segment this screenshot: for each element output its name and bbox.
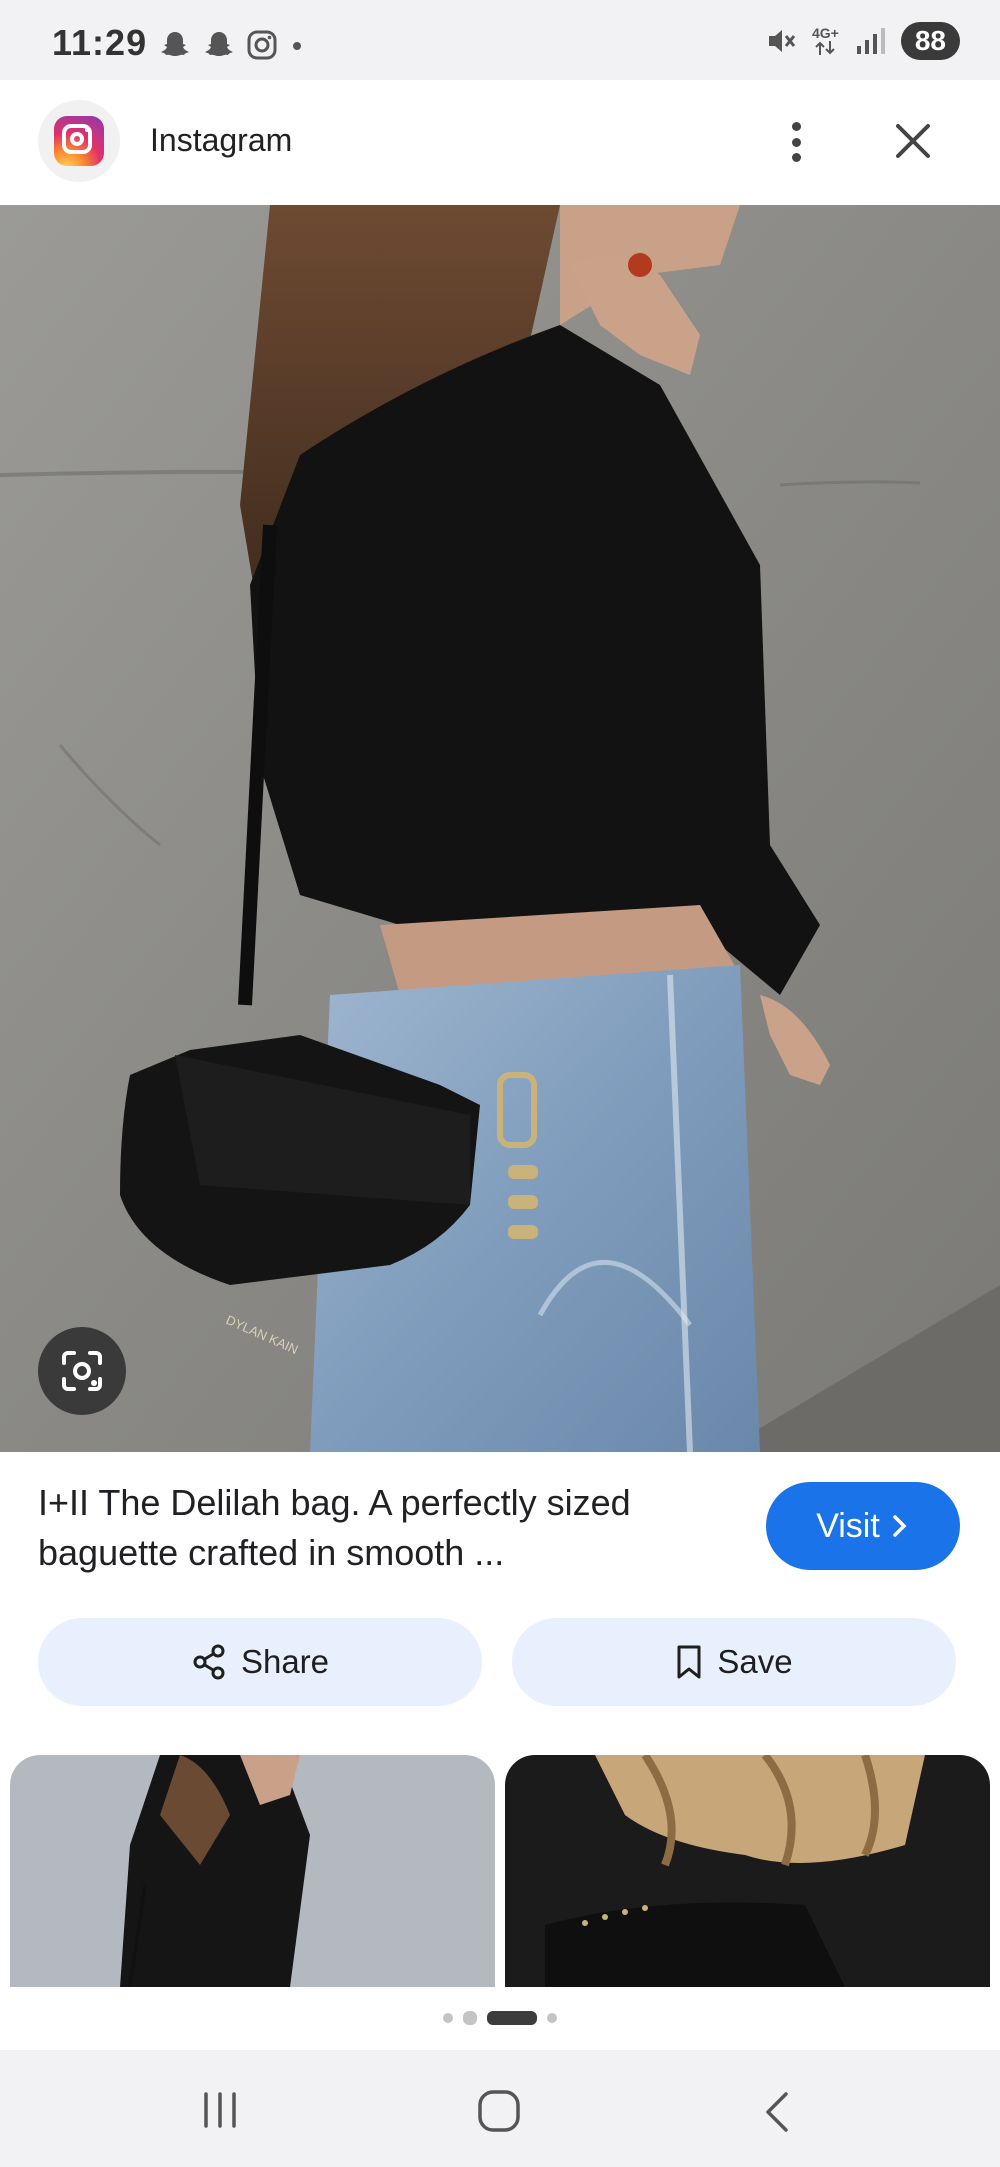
status-time: 11:29: [52, 22, 148, 63]
notification-icons: [158, 28, 306, 62]
source-name[interactable]: Instagram: [150, 122, 292, 159]
share-button[interactable]: Share: [38, 1618, 482, 1706]
system-status-icons: 4G+ 88: [764, 22, 960, 60]
data-arrows-icon: [815, 41, 836, 55]
battery-icon: 88: [900, 22, 960, 60]
mute-icon: [768, 30, 796, 52]
signal-icon: [856, 28, 885, 54]
snapchat-icon: [161, 32, 189, 56]
close-icon[interactable]: [890, 118, 936, 164]
share-icon: [193, 1644, 225, 1680]
related-photo-2: [505, 1755, 990, 1987]
main-image[interactable]: DYLAN KAIN: [0, 205, 1000, 1452]
google-lens-button[interactable]: [38, 1327, 126, 1415]
page-dot-active: [487, 2011, 537, 2025]
related-photo-1: [10, 1755, 495, 1987]
source-header: Instagram: [0, 80, 1000, 204]
notification-dot: [293, 42, 301, 50]
system-navigation-bar: [0, 2050, 1000, 2167]
save-button[interactable]: Save: [512, 1618, 956, 1706]
page-dot: [463, 2011, 477, 2025]
outfit-photo: DYLAN KAIN: [0, 205, 1000, 1452]
more-vert-icon[interactable]: [776, 116, 816, 168]
visit-button-label: Visit: [816, 1506, 880, 1545]
network-type-label: 4G+: [811, 25, 839, 41]
visit-button[interactable]: Visit: [766, 1482, 960, 1570]
google-lens-icon: [62, 1351, 102, 1391]
instagram-logo-icon: [54, 116, 104, 166]
back-icon[interactable]: [760, 2090, 794, 2134]
page-dot: [443, 2013, 453, 2023]
share-label: Share: [240, 1643, 330, 1680]
related-image-2[interactable]: [505, 1755, 990, 1987]
home-icon[interactable]: [476, 2088, 522, 2134]
chevron-right-icon: [893, 1515, 907, 1537]
bookmark-icon: [677, 1645, 701, 1679]
save-label: Save: [717, 1643, 793, 1680]
instagram-logo[interactable]: [38, 100, 120, 182]
pin-description: I+II The Delilah bag. A perfectly sized …: [38, 1482, 631, 1573]
instagram-icon: [247, 30, 277, 60]
pagination-dots: [0, 2011, 1000, 2025]
recent-apps-icon[interactable]: [198, 2090, 242, 2130]
network-indicator: 4G+: [812, 26, 839, 56]
page-dot: [547, 2013, 557, 2023]
snapchat-icon: [205, 32, 233, 56]
related-image-1[interactable]: [10, 1755, 495, 1987]
status-bar: 11:29 4G+ 88: [0, 0, 1000, 80]
